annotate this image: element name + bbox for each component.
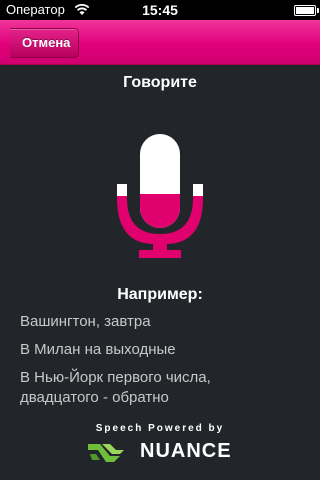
example-line: В Нью-Йорк первого числа,: [20, 369, 211, 386]
powered-by-text: Speech Powered by: [95, 423, 225, 434]
example-item: В Нью-Йорк первого числа, двадцатого - о…: [20, 368, 300, 408]
example-item: Вашингтон, завтра: [20, 313, 151, 330]
status-bar: Оператор 15:45: [0, 0, 320, 20]
examples-heading: Например:: [117, 286, 203, 303]
cancel-button[interactable]: Отмена: [10, 28, 80, 58]
microphone-icon[interactable]: [117, 130, 203, 260]
example-line: двадцатого - обратно: [20, 389, 169, 406]
example-item: В Милан на выходные: [20, 341, 176, 358]
nuance-brand-name: NUANCE: [140, 440, 232, 462]
nuance-logo-icon: [88, 444, 124, 462]
clock: 15:45: [142, 2, 178, 18]
navigation-bar: Отмена: [0, 20, 320, 65]
battery-icon: [294, 5, 319, 16]
cancel-button-label: Отмена: [22, 35, 71, 50]
speak-prompt-title: Говорите: [123, 74, 197, 91]
